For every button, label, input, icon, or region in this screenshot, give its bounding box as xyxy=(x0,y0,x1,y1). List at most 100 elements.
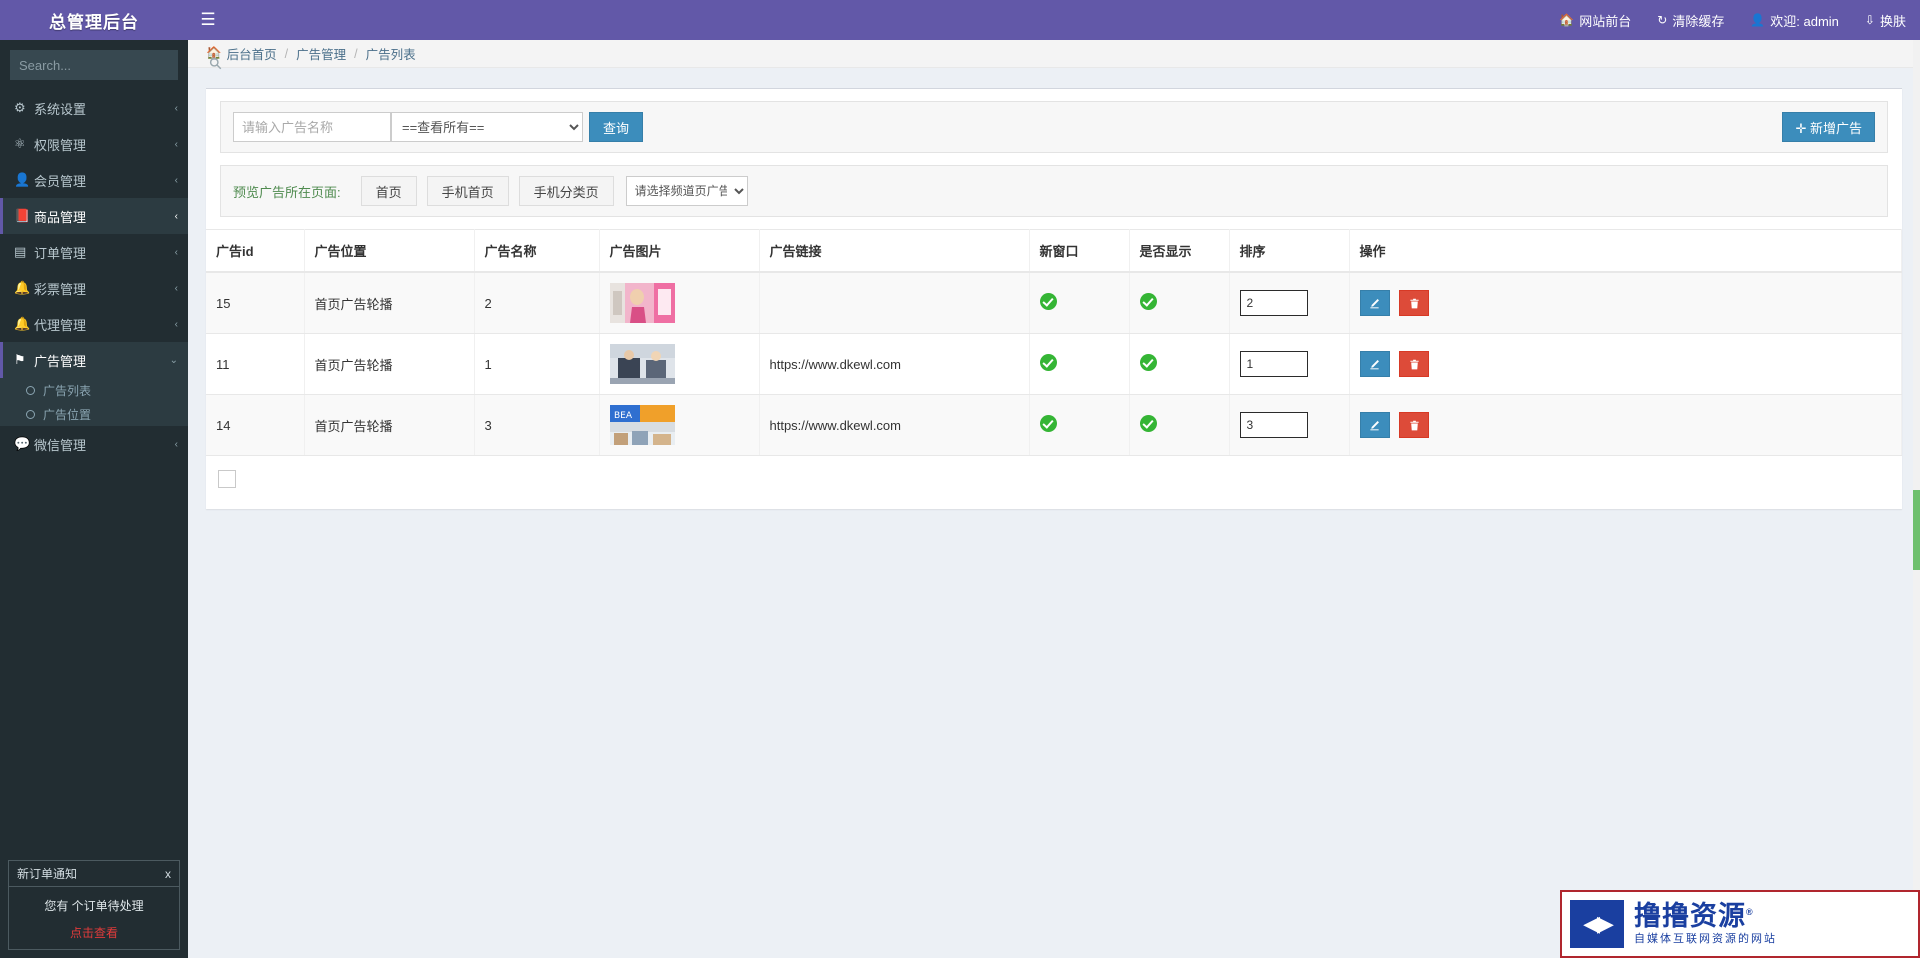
circle-icon xyxy=(26,409,35,419)
user-icon: 👤 xyxy=(14,172,31,187)
sidebar-link-system[interactable]: ⚙ 系统设置 ‹ xyxy=(0,90,188,126)
sort-input[interactable] xyxy=(1239,412,1308,438)
sidebar-item-advertising[interactable]: ⚑ 广告管理 ⌄ 广告列表 广告位置 xyxy=(0,342,188,426)
cell-sort xyxy=(1229,333,1350,395)
cell-ad-image: BEA xyxy=(599,394,760,456)
check-circle-icon[interactable] xyxy=(1139,415,1157,432)
preview-label: 预览广告所在页面: xyxy=(233,184,341,200)
watermark-title: 撸撸资源® xyxy=(1634,902,1777,930)
search-icon[interactable] xyxy=(203,51,228,79)
top-header-links: 🏠 网站前台 ↻ 清除缓存 👤 欢迎: admin ⇩ 换肤 xyxy=(1559,11,1906,30)
edit-button[interactable] xyxy=(1359,412,1390,438)
sidebar-submenu-advertising: 广告列表 广告位置 xyxy=(0,378,188,426)
edit-button[interactable] xyxy=(1359,351,1390,377)
skin-icon: ⇩ xyxy=(1864,13,1875,27)
notification-header: 新订单通知 x xyxy=(9,861,179,887)
top-link-label: 清除缓存 xyxy=(1672,13,1725,29)
check-circle-icon[interactable] xyxy=(1039,293,1057,310)
sidebar-item-product[interactable]: 📕 商品管理 ‹ xyxy=(0,198,188,234)
delete-button[interactable] xyxy=(1399,290,1430,316)
delete-button[interactable] xyxy=(1399,412,1430,438)
sidebar-link-permission[interactable]: ⚛ 权限管理 ‹ xyxy=(0,126,188,162)
breadcrumb-item-ad-list[interactable]: 广告列表 xyxy=(366,44,416,63)
main-area: ☰ 🏠 网站前台 ↻ 清除缓存 👤 欢迎: admin ⇩ 换肤 🏠 后台首页 … xyxy=(188,0,1920,958)
top-link-theme[interactable]: ⇩ 换肤 xyxy=(1865,11,1906,30)
sidebar-item-label: 彩票管理 xyxy=(34,281,87,297)
sidebar-subitem-ad-list[interactable]: 广告列表 xyxy=(0,378,188,402)
top-link-user[interactable]: 👤 欢迎: admin xyxy=(1750,11,1839,30)
chevron-left-icon: ‹ xyxy=(174,282,178,294)
sidebar-link-advertising[interactable]: ⚑ 广告管理 ⌄ xyxy=(0,342,188,378)
ad-position-select[interactable]: ==查看所有== xyxy=(391,112,583,142)
check-circle-icon[interactable] xyxy=(1139,293,1157,310)
th-ad-link: 广告链接 xyxy=(759,229,1030,273)
sort-input[interactable] xyxy=(1239,351,1308,377)
delete-button[interactable] xyxy=(1399,351,1430,377)
cell-ad-name: 2 xyxy=(474,272,600,334)
sidebar-item-member[interactable]: 👤 会员管理 ‹ xyxy=(0,162,188,198)
preview-button-mobile-category[interactable]: 手机分类页 xyxy=(518,176,614,206)
ad-thumbnail[interactable] xyxy=(609,283,675,323)
check-circle-icon[interactable] xyxy=(1139,354,1157,371)
preview-button-mobile-home[interactable]: 手机首页 xyxy=(426,176,509,206)
cell-new-window xyxy=(1029,394,1130,456)
sidebar-link-member[interactable]: 👤 会员管理 ‹ xyxy=(0,162,188,198)
query-button[interactable]: 查询 xyxy=(589,112,644,142)
cell-ad-id: 14 xyxy=(206,394,305,456)
th-ad-name: 广告名称 xyxy=(474,229,600,273)
circle-icon xyxy=(26,385,35,395)
sidebar-item-lottery[interactable]: 🔔 彩票管理 ‹ xyxy=(0,270,188,306)
cell-ad-link: https://www.dkewl.com xyxy=(759,333,1030,395)
wechat-icon: 💬 xyxy=(14,436,31,451)
sidebar-link-order[interactable]: ▤ 订单管理 ‹ xyxy=(0,234,188,270)
sidebar-item-system[interactable]: ⚙ 系统设置 ‹ xyxy=(0,90,188,126)
select-all-checkbox[interactable] xyxy=(218,470,236,488)
sidebar-subitem-ad-position[interactable]: 广告位置 xyxy=(0,402,188,426)
sidebar-item-permission[interactable]: ⚛ 权限管理 ‹ xyxy=(0,126,188,162)
scrollbar-thumb[interactable] xyxy=(1913,490,1920,570)
ad-thumbnail[interactable] xyxy=(609,344,675,384)
breadcrumb-item-home[interactable]: 后台首页 xyxy=(227,44,277,63)
hamburger-icon[interactable]: ☰ xyxy=(188,0,228,40)
cell-sort xyxy=(1229,394,1350,456)
table-footer xyxy=(206,456,1902,509)
svg-text:BEA: BEA xyxy=(614,411,633,421)
sidebar-link-product[interactable]: 📕 商品管理 ‹ xyxy=(0,198,188,234)
sidebar-sublink-ad-list[interactable]: 广告列表 xyxy=(0,378,188,402)
sidebar-link-wechat[interactable]: 💬 微信管理 ‹ xyxy=(0,426,188,462)
breadcrumb-item-ad-management[interactable]: 广告管理 xyxy=(296,44,346,63)
add-ad-button[interactable]: ✛ 新增广告 xyxy=(1782,112,1875,142)
cell-ad-name: 1 xyxy=(474,333,600,395)
watermark-subtitle: 自媒体互联网资源的网站 xyxy=(1634,933,1777,946)
sidebar-item-order[interactable]: ▤ 订单管理 ‹ xyxy=(0,234,188,270)
preview-button-home[interactable]: 首页 xyxy=(360,176,417,206)
gear-icon: ⚙ xyxy=(14,100,26,115)
notification-suffix: 个订单待处理 xyxy=(71,899,144,913)
edit-button[interactable] xyxy=(1359,290,1390,316)
page-scrollbar[interactable] xyxy=(1913,40,1920,958)
check-circle-icon[interactable] xyxy=(1039,415,1057,432)
cell-visible xyxy=(1129,394,1230,456)
sidebar-link-agent[interactable]: 🔔 代理管理 ‹ xyxy=(0,306,188,342)
cell-actions xyxy=(1349,333,1902,395)
th-sort: 排序 xyxy=(1229,229,1350,273)
sidebar-item-agent[interactable]: 🔔 代理管理 ‹ xyxy=(0,306,188,342)
sidebar-link-lottery[interactable]: 🔔 彩票管理 ‹ xyxy=(0,270,188,306)
check-circle-icon[interactable] xyxy=(1039,354,1057,371)
ad-thumbnail[interactable]: BEA xyxy=(609,405,675,445)
preview-panel: 预览广告所在页面: 首页 手机首页 手机分类页 请选择频道页广告 xyxy=(220,165,1888,217)
sidebar-item-label: 广告管理 xyxy=(34,353,87,369)
channel-ad-select[interactable]: 请选择频道页广告 xyxy=(625,176,748,206)
search-box[interactable] xyxy=(10,50,222,80)
search-input[interactable] xyxy=(233,112,391,142)
notification-link[interactable]: 点击查看 xyxy=(15,924,173,941)
sidebar-sublink-ad-position[interactable]: 广告位置 xyxy=(0,402,188,426)
top-link-frontend[interactable]: 🏠 网站前台 xyxy=(1559,11,1631,30)
top-link-clear-cache[interactable]: ↻ 清除缓存 xyxy=(1657,11,1724,30)
search-input[interactable] xyxy=(11,57,203,73)
cell-ad-position: 首页广告轮播 xyxy=(304,394,475,456)
chevron-left-icon: ‹ xyxy=(174,174,178,186)
sidebar-item-wechat[interactable]: 💬 微信管理 ‹ xyxy=(0,426,188,462)
sort-input[interactable] xyxy=(1239,290,1308,316)
close-icon[interactable]: x xyxy=(165,867,171,881)
